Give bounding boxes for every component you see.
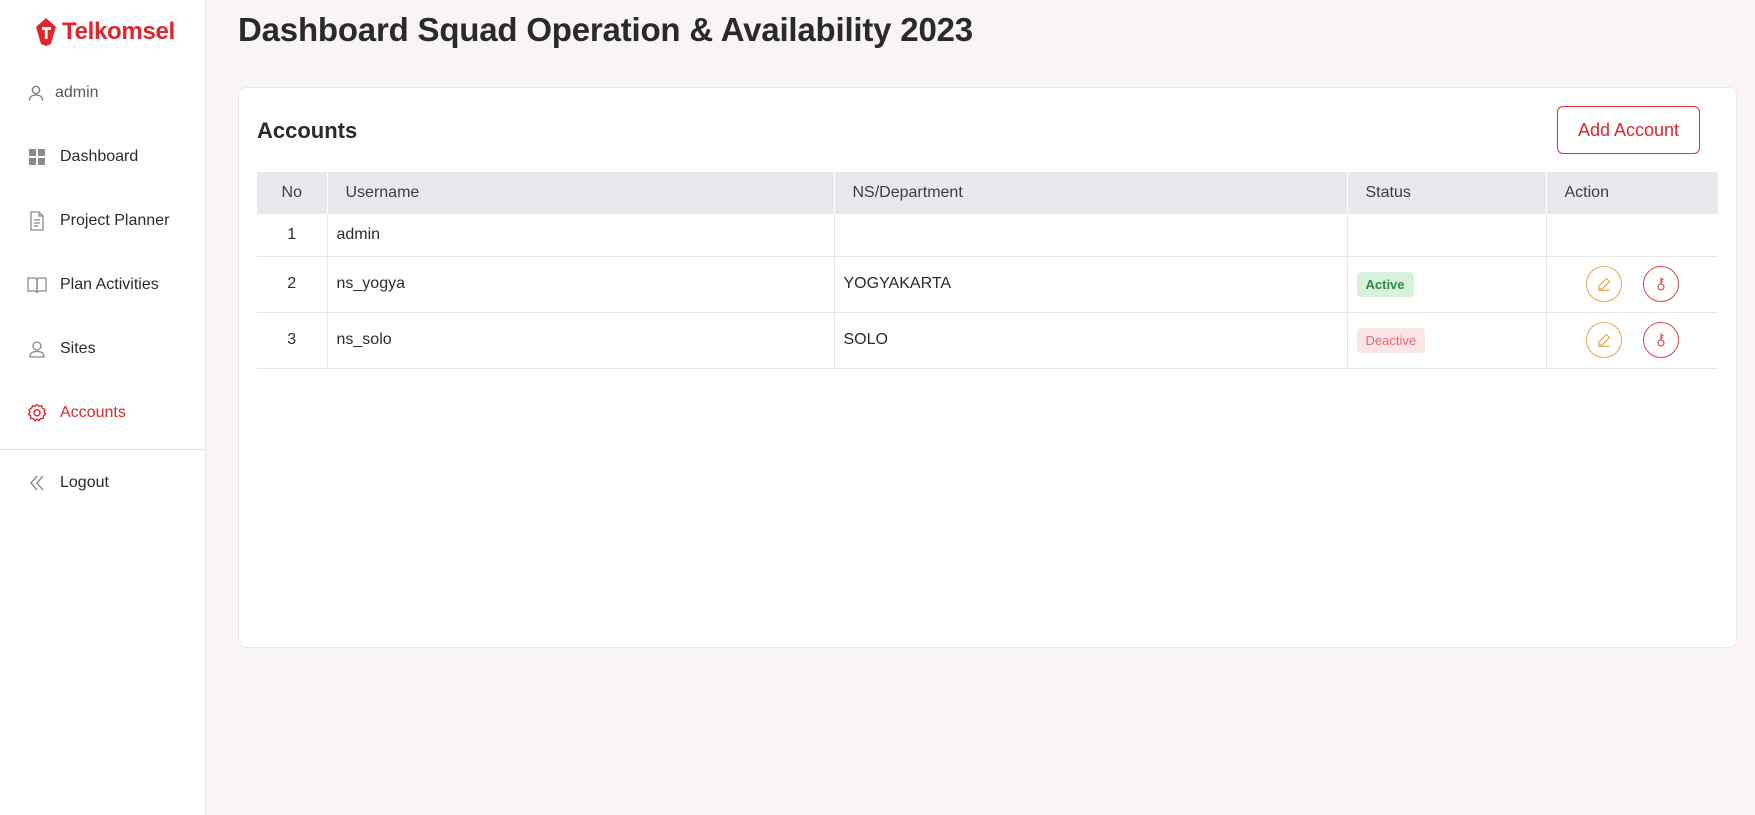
- gear-icon: [27, 403, 47, 423]
- page-title: Dashboard Squad Operation & Availability…: [238, 11, 973, 48]
- row-actions: [1556, 266, 1719, 302]
- sidebar-item-sites[interactable]: Sites: [0, 317, 205, 381]
- table-row: 1 admin: [257, 214, 1718, 257]
- accounts-title: Accounts: [257, 118, 358, 143]
- sidebar-nav: Dashboard Project Planner Plan Activitie…: [0, 125, 205, 445]
- current-user: admin: [0, 75, 205, 111]
- sidebar-item-dashboard[interactable]: Dashboard: [0, 125, 205, 189]
- sidebar-item-label: Project Planner: [60, 212, 170, 229]
- cell-no: 1: [257, 214, 328, 257]
- cell-action: [1546, 214, 1718, 257]
- cell-action: [1546, 312, 1719, 369]
- pencil-icon: [1597, 333, 1610, 347]
- user-icon: [28, 85, 44, 101]
- double-chevron-left-icon: [27, 473, 47, 493]
- add-account-button[interactable]: Add Account: [1557, 106, 1700, 154]
- accounts-table: No Username NS/Department Status Action …: [257, 172, 1718, 369]
- column-header-action[interactable]: Action: [1546, 172, 1718, 214]
- table-row: 2 ns_yogya YOGYAKARTA Active: [257, 256, 1719, 313]
- cell-status: Active: [1347, 256, 1547, 313]
- cell-department: SOLO: [834, 312, 1348, 369]
- brand-logo[interactable]: Telkomsel: [0, 0, 205, 62]
- sidebar-item-label: Dashboard: [60, 148, 139, 165]
- brand-name: Telkomsel: [62, 18, 175, 45]
- sidebar-item-accounts[interactable]: Accounts: [0, 381, 205, 445]
- table-header-row: No Username NS/Department Status Action: [257, 172, 1718, 214]
- reset-password-button[interactable]: [1642, 266, 1679, 302]
- key-icon: [1656, 333, 1665, 347]
- accounts-card: Accounts Add Account No Username NS/Depa…: [238, 87, 1737, 648]
- status-badge: Deactive: [1356, 327, 1426, 353]
- edit-account-button[interactable]: [1585, 322, 1622, 358]
- sidebar-item-label: Accounts: [60, 404, 126, 421]
- cell-status: Deactive: [1347, 312, 1547, 369]
- edit-account-button[interactable]: [1585, 266, 1622, 302]
- sidebar-item-label: Plan Activities: [60, 276, 159, 293]
- column-header-status[interactable]: Status: [1347, 172, 1547, 214]
- accounts-card-header: Accounts Add Account: [239, 88, 1736, 173]
- logout-button[interactable]: Logout: [0, 450, 205, 516]
- logout-label: Logout: [60, 474, 109, 491]
- cell-department: YOGYAKARTA: [834, 256, 1348, 313]
- sidebar-item-project-planner[interactable]: Project Planner: [0, 189, 205, 253]
- cell-status: [1347, 214, 1547, 257]
- telkomsel-logo-icon: [36, 18, 56, 46]
- location-icon: [27, 339, 47, 359]
- status-badge: Active: [1356, 271, 1414, 297]
- key-icon: [1656, 277, 1665, 291]
- book-icon: [27, 275, 47, 295]
- row-actions: [1556, 322, 1719, 358]
- column-header-no[interactable]: No: [257, 172, 328, 214]
- cell-action: [1546, 256, 1719, 313]
- table-row: 3 ns_solo SOLO Deactive: [257, 312, 1719, 369]
- cell-username: ns_yogya: [327, 256, 835, 313]
- main-content: Dashboard Squad Operation & Availability…: [206, 0, 1755, 815]
- cell-no: 2: [257, 256, 328, 313]
- sidebar: Telkomsel admin Dashboard Project Planne…: [0, 0, 206, 815]
- sidebar-item-label: Sites: [60, 340, 96, 357]
- cell-no: 3: [257, 312, 328, 369]
- grid-icon: [27, 147, 47, 167]
- column-header-username[interactable]: Username: [327, 172, 835, 214]
- cell-username: ns_solo: [327, 312, 835, 369]
- current-user-name: admin: [55, 84, 99, 101]
- pencil-icon: [1597, 277, 1610, 291]
- column-header-department[interactable]: NS/Department: [834, 172, 1348, 214]
- cell-username: admin: [327, 214, 835, 257]
- cell-department: [834, 214, 1348, 257]
- reset-password-button[interactable]: [1642, 322, 1679, 358]
- document-icon: [27, 211, 47, 231]
- sidebar-item-plan-activities[interactable]: Plan Activities: [0, 253, 205, 317]
